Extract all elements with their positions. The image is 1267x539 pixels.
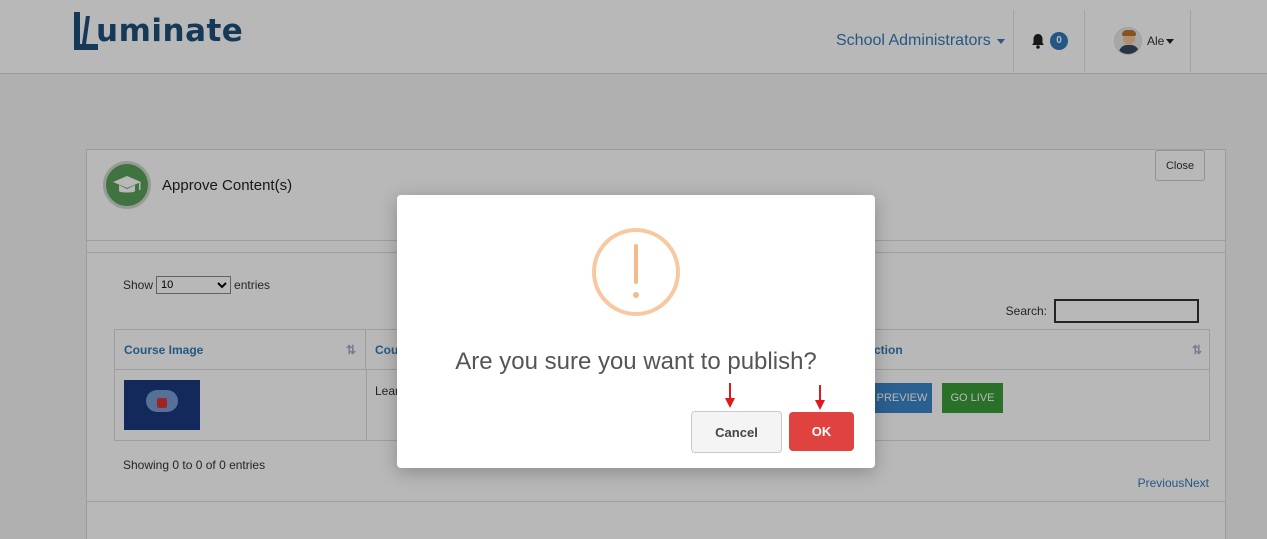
ok-button[interactable]: OK [789,412,854,451]
warning-icon [592,228,680,316]
cancel-button[interactable]: Cancel [691,411,782,453]
confirm-publish-dialog: Are you sure you want to publish? Cancel… [397,195,875,468]
dialog-question: Are you sure you want to publish? [455,348,817,375]
arrow-down-icon [815,385,825,411]
arrow-down-icon [725,383,735,409]
